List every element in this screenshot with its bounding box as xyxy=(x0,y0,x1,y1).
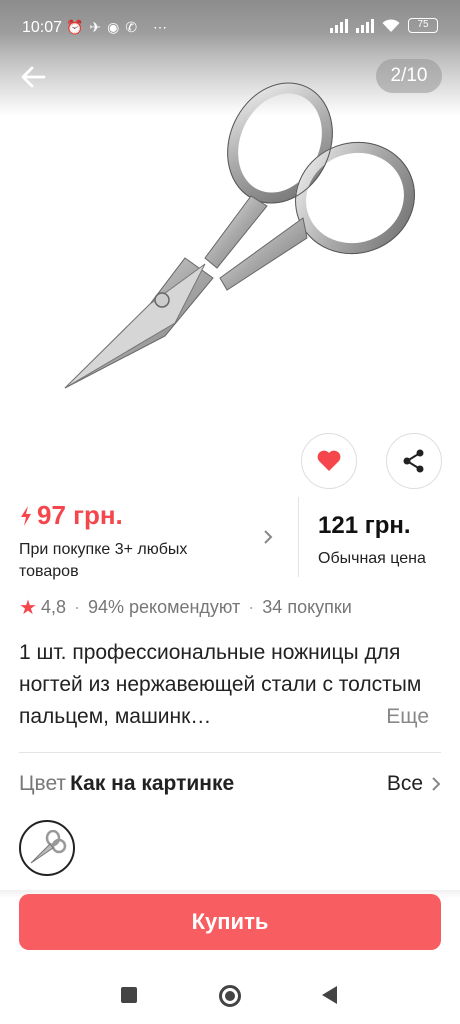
notification-icons: ⏰✈◉✆ ⋯ xyxy=(66,19,173,35)
chevron-right-icon xyxy=(432,777,441,791)
home-icon[interactable] xyxy=(219,985,241,1007)
sale-price: 97 грн. xyxy=(19,500,289,531)
regular-price: 121 грн. xyxy=(318,512,411,539)
wifi-icon xyxy=(382,18,400,32)
favorite-button[interactable] xyxy=(301,433,357,489)
navigation-bar xyxy=(0,966,460,1024)
regular-price-block: 121 грн. Обычная цена xyxy=(318,512,426,568)
status-bar: 10:07 ⏰✈◉✆ ⋯ 75 xyxy=(0,0,460,56)
color-row[interactable]: Цвет Как на картинке Все xyxy=(19,772,441,802)
lightning-icon xyxy=(21,505,31,526)
regular-note: Обычная цена xyxy=(318,550,426,567)
recommend-text: 94% рекомендуют xyxy=(87,597,241,617)
sale-note: При покупке 3+ любых товаров xyxy=(19,541,188,580)
color-variant-thumb[interactable] xyxy=(19,820,75,876)
share-button[interactable] xyxy=(386,433,442,489)
rating-row[interactable]: ★ 4,8 · 94% рекомендуют · 34 покупки xyxy=(19,595,352,620)
color-value: Как на картинке xyxy=(70,772,235,795)
price-divider xyxy=(298,497,299,577)
share-icon xyxy=(403,449,424,473)
system-icons: 75 xyxy=(330,18,438,33)
back-arrow-icon[interactable] xyxy=(16,62,50,92)
chevron-right-icon[interactable] xyxy=(262,528,274,546)
scissors-thumb-icon xyxy=(30,830,67,864)
color-all-link[interactable]: Все xyxy=(387,772,441,796)
separator-dot: · xyxy=(73,597,80,617)
rating-score: 4,8 xyxy=(40,597,66,617)
buy-button[interactable]: Купить xyxy=(19,894,441,950)
sale-price-block[interactable]: 97 грн. При покупке 3+ любых товаров xyxy=(19,500,289,583)
signal-icon-2 xyxy=(356,18,374,33)
color-all-label: Все xyxy=(386,772,423,795)
status-time: 10:07 xyxy=(22,19,63,36)
battery-icon: 75 xyxy=(408,18,438,33)
divider xyxy=(19,752,441,753)
more-link[interactable]: Еще xyxy=(380,701,429,733)
heart-icon xyxy=(317,450,341,471)
back-triangle-icon[interactable] xyxy=(322,986,337,1004)
product-title-text: 1 шт. профессиональные ножницы для ногте… xyxy=(19,641,422,728)
product-image[interactable] xyxy=(55,78,425,398)
star-icon: ★ xyxy=(19,597,37,619)
purchases-text: 34 покупки xyxy=(262,597,352,617)
product-title[interactable]: 1 шт. профессиональные ножницы для ногте… xyxy=(19,637,439,733)
signal-icon xyxy=(330,18,348,33)
recents-icon[interactable] xyxy=(121,987,137,1003)
separator-dot: · xyxy=(248,597,255,617)
gallery-pager: 2/10 xyxy=(376,59,442,93)
sale-price-value: 97 грн. xyxy=(37,500,123,530)
color-label: Цвет xyxy=(19,772,67,795)
